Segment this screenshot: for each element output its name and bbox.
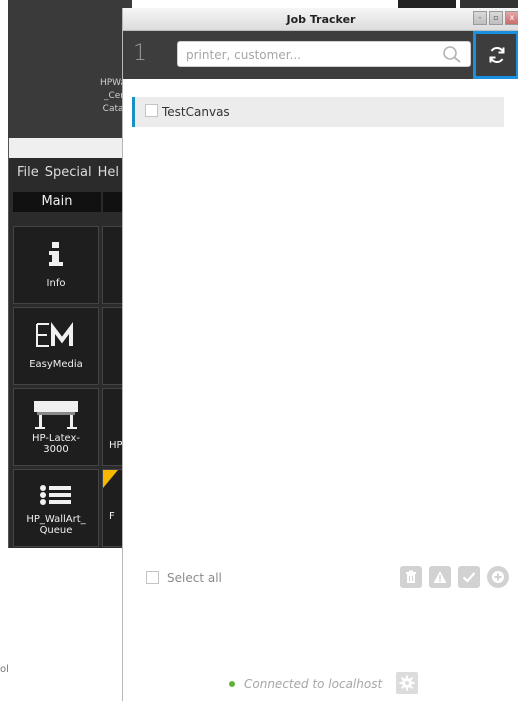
- tile-easymedia[interactable]: EasyMedia: [13, 307, 99, 385]
- desktop: HPWa _Cen Catal File Special Hel Main In…: [0, 0, 518, 701]
- easymedia-icon: [14, 320, 98, 354]
- background-menubar: File Special Hel: [9, 158, 133, 186]
- minimize-button[interactable]: -: [473, 11, 487, 25]
- select-all-checkbox[interactable]: [146, 571, 159, 584]
- toolbar: 1: [123, 31, 518, 79]
- search-icon[interactable]: [440, 44, 464, 64]
- background-footer-text: ol: [0, 664, 9, 675]
- search-box: [177, 41, 471, 67]
- refresh-button[interactable]: [473, 31, 518, 79]
- tile-label: Info: [46, 278, 66, 289]
- settings-button[interactable]: [396, 672, 418, 694]
- refresh-icon: [489, 46, 505, 64]
- connection-status: Connected to localhost: [229, 677, 382, 691]
- window-titlebar[interactable]: Job Tracker - ▫ x: [123, 8, 518, 31]
- menu-file[interactable]: File: [17, 165, 39, 180]
- tile-partial-label: HP: [109, 440, 123, 451]
- tab-main[interactable]: Main: [13, 192, 101, 212]
- queue-list-icon: [14, 484, 98, 510]
- delete-icon: [406, 570, 416, 583]
- window-controls: - ▫ x: [473, 11, 518, 25]
- tile-info[interactable]: Info: [13, 226, 99, 304]
- highlight-flag: [103, 470, 118, 488]
- background-thumbnail-2: [460, 0, 518, 8]
- check-icon: [462, 572, 476, 583]
- tile-label: HP_WallArt_ Queue: [26, 514, 86, 536]
- maximize-button[interactable]: ▫: [489, 11, 503, 25]
- printer-icon: [14, 397, 98, 435]
- menu-special[interactable]: Special: [45, 165, 92, 180]
- job-checkbox[interactable]: [145, 104, 158, 117]
- search-input[interactable]: [186, 45, 426, 64]
- confirm-button[interactable]: [458, 566, 480, 588]
- add-icon: [492, 571, 504, 583]
- close-button[interactable]: x: [505, 11, 518, 25]
- tile-label: EasyMedia: [29, 359, 83, 370]
- tile-hp-wallart-queue[interactable]: HP_WallArt_ Queue: [13, 469, 99, 547]
- add-button[interactable]: [487, 566, 509, 588]
- background-tabbar: Main: [13, 192, 133, 212]
- tile-label: HP-Latex- 3000: [31, 433, 81, 455]
- job-count: 1: [133, 41, 147, 66]
- background-caption-line-2: _Cen: [103, 91, 126, 101]
- window-title: Job Tracker: [286, 13, 356, 26]
- warning-button[interactable]: [429, 566, 451, 588]
- job-name: TestCanvas: [162, 105, 230, 119]
- tile-partial-label: F: [109, 511, 115, 522]
- job-actions: [400, 566, 509, 588]
- left-edge: [0, 0, 8, 700]
- background-app-titlebar: [9, 138, 133, 158]
- job-list-item[interactable]: TestCanvas: [132, 97, 504, 127]
- delete-button[interactable]: [400, 566, 422, 588]
- tile-hp-latex-3000[interactable]: HP-Latex- 3000: [13, 388, 99, 466]
- job-tracker-window: Job Tracker - ▫ x 1 printer, customer...…: [122, 8, 518, 701]
- warning-icon: [433, 571, 447, 583]
- background-caption-line-3: Catal: [102, 104, 126, 114]
- select-all-label: Select all: [167, 571, 222, 585]
- gear-icon: [399, 675, 415, 691]
- background-caption-line-1: HPWa: [99, 78, 126, 88]
- background-thumbnail: [398, 0, 456, 8]
- menu-help[interactable]: Hel: [98, 165, 119, 180]
- info-icon: [14, 239, 98, 273]
- status-text: Connected to localhost: [244, 677, 383, 691]
- status-dot-icon: [229, 681, 235, 687]
